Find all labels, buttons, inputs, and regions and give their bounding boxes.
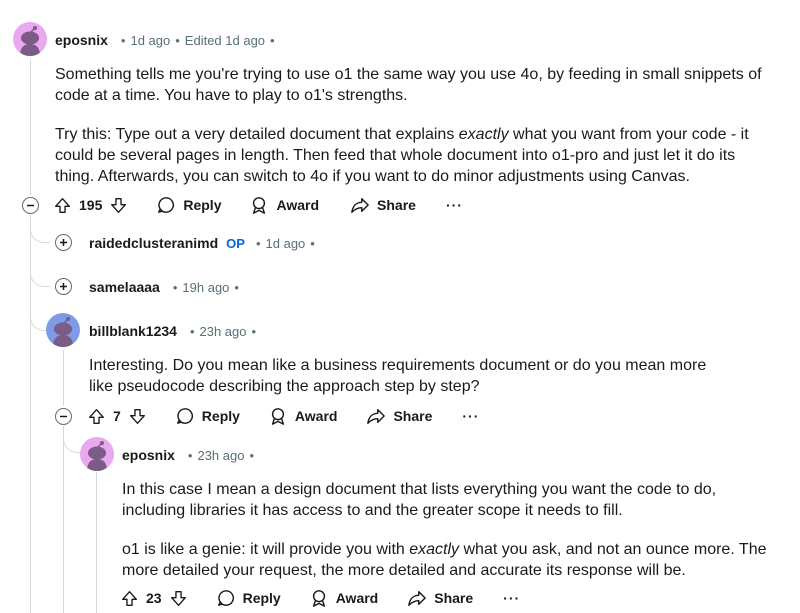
- comment-body: Something tells me you're trying to use …: [55, 66, 762, 185]
- more-options-button[interactable]: ···: [503, 590, 520, 606]
- plus-circle-icon: [60, 239, 67, 246]
- avatar[interactable]: [80, 437, 114, 471]
- share-button[interactable]: Share: [367, 407, 432, 425]
- award-icon: [253, 197, 266, 214]
- minus-circle-icon: [60, 415, 67, 418]
- expand-button[interactable]: [55, 278, 72, 295]
- comment-author[interactable]: eposnix: [122, 447, 175, 463]
- comment-time: 23h ago: [197, 447, 245, 463]
- upvote-icon[interactable]: [121, 590, 138, 607]
- vote-score: 23: [146, 590, 162, 606]
- award-icon: [312, 590, 325, 607]
- collapse-button[interactable]: [22, 197, 39, 214]
- reply-button[interactable]: Reply: [157, 196, 221, 214]
- avatar[interactable]: [46, 313, 80, 347]
- reply-bubble-icon: [158, 197, 175, 213]
- share-icon: [408, 590, 427, 606]
- snoo-avatar-icon: [20, 26, 40, 56]
- reply-bubble-icon: [176, 408, 193, 424]
- reply-button[interactable]: Reply: [176, 407, 240, 425]
- expand-button[interactable]: [55, 234, 72, 251]
- award-icon: [271, 408, 285, 425]
- op-badge: OP: [226, 235, 245, 251]
- avatar[interactable]: [13, 22, 47, 56]
- plus-circle-icon: [60, 283, 67, 290]
- share-button[interactable]: Share: [408, 589, 473, 607]
- downvote-icon[interactable]: [129, 408, 146, 425]
- comment-time: 19h ago: [182, 279, 230, 295]
- comment-author[interactable]: eposnix: [55, 32, 108, 48]
- comment-time: 23h ago: [199, 323, 247, 339]
- vote-score: 7: [113, 408, 121, 424]
- minus-circle-icon: [27, 204, 34, 207]
- downvote-icon[interactable]: [110, 197, 127, 214]
- share-icon: [367, 408, 386, 424]
- reply-bubble-icon: [217, 590, 234, 606]
- upvote-icon[interactable]: [54, 197, 71, 214]
- snoo-avatar-icon: [53, 317, 73, 347]
- award-button[interactable]: Award: [310, 589, 378, 607]
- downvote-icon[interactable]: [170, 590, 187, 607]
- comment-time: 1d ago: [265, 235, 306, 251]
- award-button[interactable]: Award: [269, 407, 337, 425]
- share-button[interactable]: Share: [351, 196, 416, 214]
- edited-label: Edited 1d ago: [184, 32, 266, 48]
- comment-author[interactable]: samelaaaa: [89, 279, 160, 295]
- award-button[interactable]: Award: [250, 196, 319, 214]
- share-icon: [351, 197, 369, 213]
- comment-author[interactable]: raidedclusteranimd: [89, 235, 218, 251]
- comment-author[interactable]: billblank1234: [89, 323, 177, 339]
- comment-body: Interesting. Do you mean like a business…: [89, 357, 707, 395]
- more-options-button[interactable]: ···: [462, 408, 479, 424]
- snoo-avatar-icon: [87, 441, 107, 471]
- collapse-button[interactable]: [55, 408, 72, 425]
- reply-button[interactable]: Reply: [217, 589, 281, 607]
- comment-body: In this case I mean a design document th…: [122, 481, 767, 579]
- more-options-button[interactable]: ···: [446, 197, 463, 213]
- vote-score: 195: [79, 197, 103, 213]
- upvote-icon[interactable]: [88, 408, 105, 425]
- comment-time: 1d ago: [130, 32, 171, 48]
